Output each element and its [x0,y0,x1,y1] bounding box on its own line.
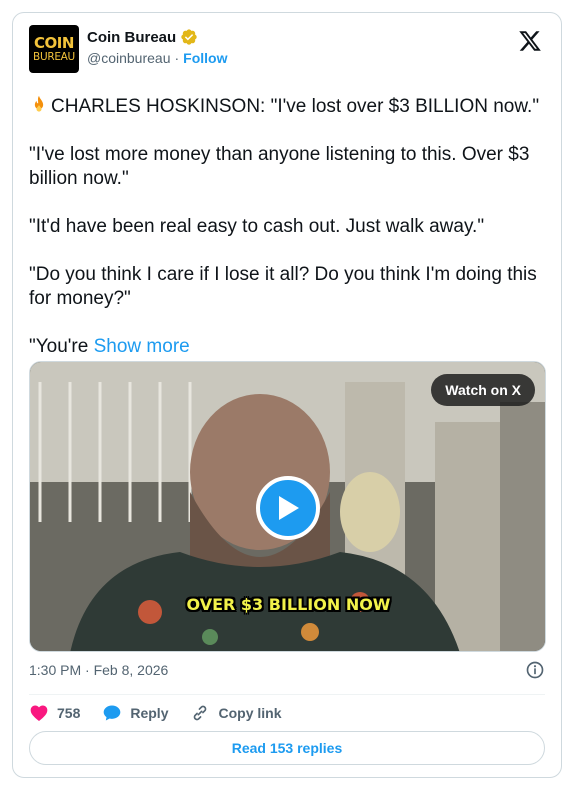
verified-badge-icon [181,29,197,45]
tweet-line-3: "It'd have been real easy to cash out. J… [29,216,485,237]
reply-icon [104,705,121,721]
copy-link-action[interactable]: Copy link [190,703,282,723]
play-icon [279,496,299,520]
x-logo-icon[interactable] [517,29,543,53]
video-media[interactable]: Watch on X OVER $3 BILLION NOW [29,361,546,652]
like-action[interactable]: 758 [29,703,80,723]
play-button[interactable] [256,476,320,540]
watch-on-x-button[interactable]: Watch on X [431,374,535,406]
divider [29,694,545,695]
tweet-line-1: CHARLES HOSKINSON: "I've lost over $3 BI… [29,95,549,119]
tweet-card: COIN BUREAU Coin Bureau @coinbureau · Fo… [12,12,562,778]
avatar-text-line1: COIN [34,33,74,52]
info-icon[interactable] [525,660,545,680]
read-replies-button[interactable]: Read 153 replies [29,731,545,765]
tweet-line-2: "I've lost more money than anyone listen… [29,144,530,189]
tweet-header: COIN BUREAU Coin Bureau @coinbureau · Fo… [29,25,545,75]
reply-action[interactable]: Reply [102,703,168,723]
copy-link-label: Copy link [218,705,282,721]
follow-button[interactable]: Follow [183,50,227,66]
tweet-meta: 1:30 PM · Feb 8, 2026 [29,660,545,680]
heart-icon [30,705,48,721]
fire-icon [34,95,44,112]
tweet-line-5: "You're Show more [29,335,549,359]
author-display-name[interactable]: Coin Bureau [87,29,176,46]
name-row: Coin Bureau [87,28,198,46]
tweet-text: CHARLES HOSKINSON: "I've lost over $3 BI… [29,95,549,359]
tweet-line-1-text: CHARLES HOSKINSON: "I've lost over $3 BI… [51,96,540,117]
handle-row: @coinbureau · Follow [87,50,228,66]
author-handle[interactable]: @coinbureau [87,50,171,66]
avatar[interactable]: COIN BUREAU [29,25,79,73]
show-more-link[interactable]: Show more [94,336,190,357]
like-count: 758 [57,705,81,721]
tweet-line-4: "Do you think I care if I lose it all? D… [29,264,537,309]
reply-label: Reply [130,705,169,721]
tweet-timestamp[interactable]: 1:30 PM · Feb 8, 2026 [29,662,168,678]
tweet-line-5-text: "You're [29,336,89,357]
link-icon [194,705,207,721]
tweet-actions: 758 Reply Copy link [29,701,304,725]
video-caption: OVER $3 BILLION NOW [186,595,391,614]
avatar-text-line2: BUREAU [33,50,75,63]
separator-dot: · [174,50,180,66]
